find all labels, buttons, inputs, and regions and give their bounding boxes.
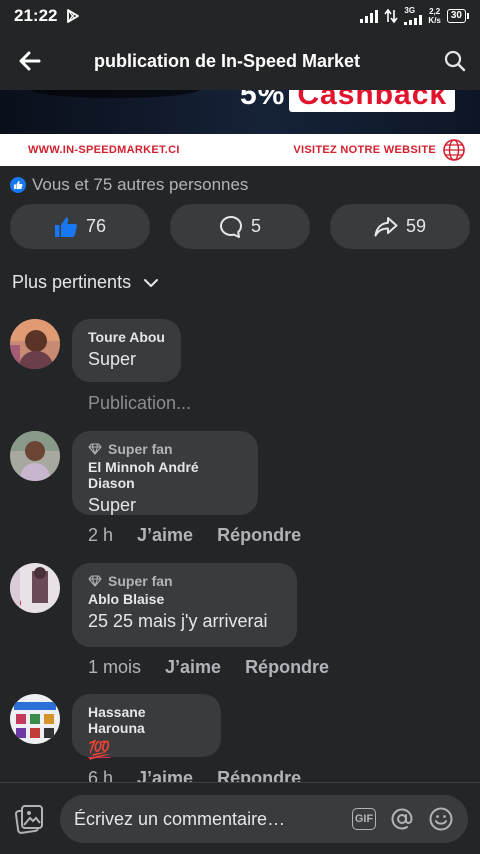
photo-icon	[14, 805, 43, 834]
comment-time[interactable]: 1 mois	[88, 657, 141, 678]
like-count: 76	[85, 216, 107, 236]
post-image-strip[interactable]: WWW.IN-SPEEDMARKET.CI VISITEZ NOTRE WEBS…	[0, 134, 480, 166]
comment-bubble[interactable]: Hassane Harouna 💯	[72, 694, 221, 760]
diamond-icon	[88, 443, 102, 455]
thumbs-up-icon	[54, 217, 78, 237]
comment-like-button[interactable]: J’aime	[137, 525, 193, 546]
reaction-summary-text: Vous et 75 autres personnes	[32, 175, 249, 194]
gif-button[interactable]: GIF	[352, 808, 376, 830]
status-time: 21:22	[14, 6, 58, 25]
comment-author[interactable]: Hassane Harouna	[88, 704, 205, 736]
share-arrow-icon	[374, 216, 398, 236]
comment-text: Super	[88, 349, 137, 369]
signal-icon	[360, 9, 379, 23]
search-icon	[444, 50, 466, 72]
top-app-bar: publication de In-Speed Market	[0, 32, 480, 90]
share-count: 59	[405, 216, 427, 236]
banner-url: WWW.IN-SPEEDMARKET.CI	[28, 144, 180, 156]
avatar[interactable]	[10, 563, 60, 613]
comment-bubble-icon	[219, 215, 242, 238]
comment-text: 💯	[88, 740, 111, 760]
avatar[interactable]	[10, 319, 60, 369]
add-photo-button[interactable]	[14, 803, 46, 835]
comment-input-placeholder: Écrivez un commentaire…	[74, 808, 286, 829]
comment-input[interactable]: Écrivez un commentaire… GIF	[60, 795, 468, 843]
like-button[interactable]: 76	[10, 204, 150, 249]
status-bar: 21:22 3G 2,2 K/s 30	[0, 0, 480, 32]
comment-bubble[interactable]: Toure Abou Super	[72, 319, 181, 382]
arrow-left-icon	[19, 51, 41, 71]
network-type: 3G	[404, 6, 416, 15]
publishing-status: Publication...	[88, 393, 192, 413]
post-image-top[interactable]: 5% Cashback	[0, 90, 480, 134]
super-fan-badge: Super fan	[88, 573, 281, 589]
mention-icon[interactable]	[390, 807, 414, 831]
comment-bubble[interactable]: Super fan El Minnoh André Diason Super	[72, 431, 258, 515]
cashback-text: 5% Cashback	[240, 90, 456, 112]
comment-button[interactable]: 5	[170, 204, 310, 249]
comment-author[interactable]: Toure Abou	[88, 329, 165, 345]
comment-author[interactable]: El Minnoh André Diason	[88, 459, 242, 491]
super-fan-badge: Super fan	[88, 441, 242, 457]
signal-icon-2	[404, 15, 423, 25]
comment-author[interactable]: Ablo Blaise	[88, 591, 281, 607]
comment-composer: Écrivez un commentaire… GIF	[0, 782, 480, 854]
comment-reply-button[interactable]: Répondre	[217, 525, 301, 546]
comment-reply-button[interactable]: Répondre	[245, 657, 329, 678]
like-reaction-icon	[10, 177, 26, 193]
avatar[interactable]	[10, 431, 60, 481]
comment-meta: 1 mois J’aime Répondre	[88, 657, 329, 678]
page-title: publication de In-Speed Market	[94, 50, 361, 71]
comment-time[interactable]: 2 h	[88, 525, 113, 546]
avatar[interactable]	[10, 694, 60, 744]
play-store-icon	[67, 9, 80, 23]
search-button[interactable]	[440, 46, 470, 76]
comment-meta: 2 h J’aime Répondre	[88, 525, 301, 546]
emoji-icon[interactable]	[428, 806, 454, 832]
comment-text: 25 25 mais j'y arriverai	[88, 611, 268, 631]
comment-bubble[interactable]: Super fan Ablo Blaise 25 25 mais j'y arr…	[72, 563, 297, 647]
reaction-summary[interactable]: Vous et 75 autres personnes	[10, 175, 248, 195]
back-button[interactable]	[0, 32, 60, 90]
globe-icon	[443, 139, 465, 161]
comment-sort-dropdown[interactable]: Plus pertinents	[12, 272, 159, 293]
comment-text: Super	[88, 495, 137, 515]
chevron-down-icon	[144, 278, 159, 287]
banner-visit: VISITEZ NOTRE WEBSITE	[293, 144, 436, 156]
data-transfer-icon	[384, 8, 399, 24]
battery-icon: 30	[446, 9, 470, 23]
sort-label: Plus pertinents	[12, 272, 132, 292]
diamond-icon	[88, 575, 102, 587]
comment-like-button[interactable]: J’aime	[165, 657, 221, 678]
share-button[interactable]: 59	[330, 204, 470, 249]
post-actions: 76 5 59	[10, 204, 470, 249]
comment-count: 5	[250, 216, 261, 236]
network-speed: 2,2 K/s	[428, 7, 441, 25]
